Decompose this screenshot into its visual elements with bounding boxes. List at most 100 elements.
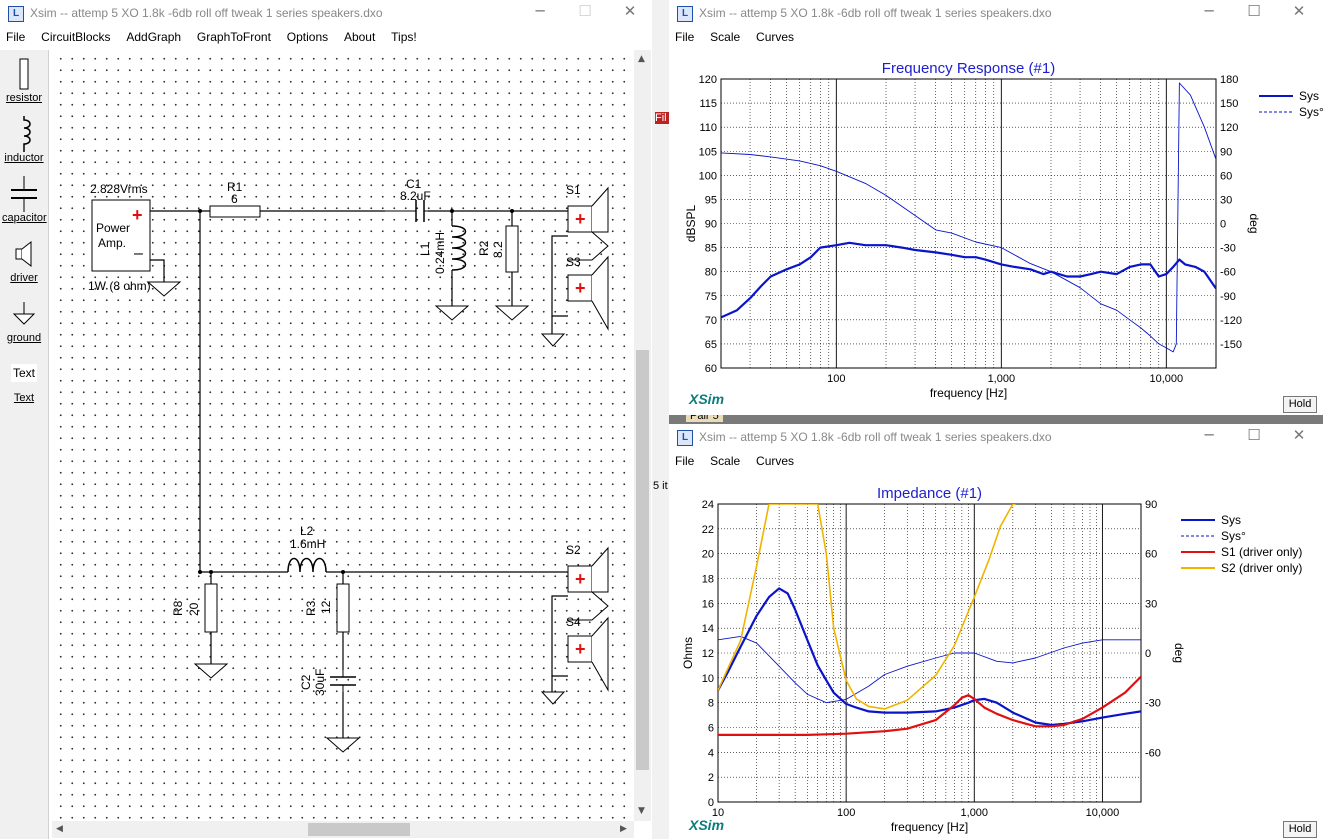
resistor-r2	[505, 225, 519, 273]
schematic-titlebar[interactable]: L Xsim -- attemp 5 XO 1.8k -6db roll off…	[0, 0, 652, 26]
y-tick-label: 12	[702, 648, 714, 660]
s1-label: S1	[566, 183, 581, 197]
r8-name: R8	[171, 600, 185, 616]
maximize-icon[interactable]: ☐	[565, 2, 605, 24]
scroll-down-icon[interactable]: ▼	[638, 806, 645, 816]
y-tick-label: 18	[702, 574, 714, 586]
menu-file[interactable]: File	[0, 28, 31, 46]
menu-file[interactable]: File	[669, 452, 700, 470]
freq-titlebar[interactable]: L Xsim -- attemp 5 XO 1.8k -6db roll off…	[669, 0, 1323, 26]
r8-value: 20	[187, 602, 201, 616]
frequency-response-chart[interactable]: Frequency Response (#1) 120 115 110 105 100 95…	[669, 48, 1323, 415]
resistor-icon	[2, 56, 46, 92]
y-tick-label: 100	[699, 170, 717, 182]
y2-tick-label: 60	[1220, 170, 1232, 182]
app-icon: L	[677, 6, 693, 22]
window-title: Xsim -- attemp 5 XO 1.8k -6db roll off t…	[699, 6, 1052, 20]
y-tick-label: 60	[705, 363, 717, 375]
close-icon[interactable]: ✕	[610, 2, 650, 24]
svg-text:+: +	[132, 205, 143, 225]
y-tick-label: 10	[702, 673, 714, 685]
chart-title: Impedance (#1)	[877, 485, 982, 502]
y-axis-label: Ohms	[681, 637, 695, 669]
menu-tips[interactable]: Tips!	[385, 28, 423, 46]
x-tick-label: 10,000	[1150, 373, 1184, 385]
y2-tick-label: -90	[1220, 291, 1236, 303]
x-tick-label: 1,000	[988, 373, 1016, 385]
scroll-left-icon[interactable]: ◀	[56, 824, 63, 834]
r3-value: 12	[319, 600, 333, 614]
y2-tick-label: -150	[1220, 339, 1242, 351]
y-tick-label: 8	[708, 698, 714, 710]
menu-circuitblocks[interactable]: CircuitBlocks	[35, 28, 116, 46]
close-icon[interactable]: ✕	[1279, 2, 1319, 24]
background-window-peek	[652, 0, 669, 839]
y-tick-label: 65	[705, 339, 717, 351]
hold-button[interactable]: Hold	[1283, 396, 1317, 413]
maximize-icon[interactable]: ☐	[1234, 2, 1274, 24]
inductor-l2	[287, 557, 327, 573]
frequency-response-window: L Xsim -- attemp 5 XO 1.8k -6db roll off…	[669, 0, 1323, 415]
ground-c2	[325, 737, 361, 753]
impedance-chart[interactable]: Impedance (#1)24222018161412108642090603…	[669, 472, 1323, 839]
xsim-brand: XSim	[689, 817, 725, 833]
y2-tick-label: -120	[1220, 315, 1242, 327]
tool-text[interactable]: Text Text	[2, 360, 46, 404]
freq-graph-area: Frequency Response (#1) 120 115 110 105 100 95…	[669, 48, 1323, 415]
maximize-icon[interactable]: ☐	[1234, 426, 1274, 448]
vertical-scrollbar[interactable]: ▲ ▼	[634, 50, 651, 821]
menu-about[interactable]: About	[338, 28, 381, 46]
menu-options[interactable]: Options	[281, 28, 334, 46]
ground-l1	[434, 305, 470, 321]
horizontal-scrollbar[interactable]: ◀ ▶	[52, 821, 634, 838]
ground-source	[146, 281, 182, 297]
tool-ground[interactable]: ground	[2, 296, 46, 344]
menu-graphtofront[interactable]: GraphToFront	[191, 28, 277, 46]
tool-driver[interactable]: driver	[2, 236, 46, 284]
x-tick-label: 1,000	[961, 807, 989, 819]
schematic-menubar: File CircuitBlocks AddGraph GraphToFront…	[0, 28, 652, 48]
l2-name: L2	[300, 524, 314, 538]
y2-tick-label: 90	[1220, 146, 1232, 158]
tool-inductor[interactable]: inductor	[2, 116, 46, 164]
ground-s1	[540, 333, 566, 347]
c2-value: 30uF	[313, 669, 327, 696]
y2-tick-label: -60	[1145, 747, 1161, 759]
y-tick-label: 85	[705, 243, 717, 255]
close-icon[interactable]: ✕	[1279, 426, 1319, 448]
l2-value: 1.6mH	[290, 537, 325, 551]
tool-capacitor[interactable]: capacitor	[2, 176, 47, 224]
menu-file[interactable]: File	[669, 28, 700, 46]
y-tick-label: 120	[699, 74, 717, 86]
c2-name: C2	[299, 674, 313, 690]
ground-r8	[193, 663, 229, 679]
menu-curves[interactable]: Curves	[750, 28, 800, 46]
menu-curves[interactable]: Curves	[750, 452, 800, 470]
r2-name: R2	[477, 240, 491, 256]
legend-label: Sys	[1221, 513, 1241, 527]
hold-button[interactable]: Hold	[1283, 821, 1317, 838]
r2-value: 8.2	[491, 241, 505, 258]
menu-scale[interactable]: Scale	[704, 28, 746, 46]
schematic-window: L Xsim -- attemp 5 XO 1.8k -6db roll off…	[0, 0, 652, 839]
s3-label: S3	[566, 255, 581, 269]
y-tick-label: 14	[702, 623, 714, 635]
scroll-right-icon[interactable]: ▶	[620, 824, 627, 834]
y-tick-label: 20	[702, 549, 714, 561]
imp-titlebar[interactable]: L Xsim -- attemp 5 XO 1.8k -6db roll off…	[669, 424, 1323, 450]
scroll-up-icon[interactable]: ▲	[638, 54, 645, 64]
y2-tick-label: 120	[1220, 122, 1238, 134]
bg-text-c: 5 it	[653, 480, 668, 492]
menu-addgraph[interactable]: AddGraph	[120, 28, 187, 46]
schematic-canvas[interactable]: + – Power Amp. 2.828Vrms 1W (8 ohm) R1 6	[52, 50, 634, 820]
tool-label: resistor	[5, 92, 43, 104]
tool-resistor[interactable]: resistor	[2, 56, 46, 104]
minimize-icon[interactable]: ─	[1189, 2, 1229, 24]
minimize-icon[interactable]: ─	[1189, 426, 1229, 448]
legend-label: S1 (driver only)	[1221, 545, 1302, 559]
horizontal-scroll-thumb[interactable]	[308, 823, 410, 836]
minimize-icon[interactable]: ─	[520, 2, 560, 24]
vertical-scroll-thumb[interactable]	[636, 350, 649, 770]
menu-scale[interactable]: Scale	[704, 452, 746, 470]
svg-text:+: +	[575, 209, 586, 229]
